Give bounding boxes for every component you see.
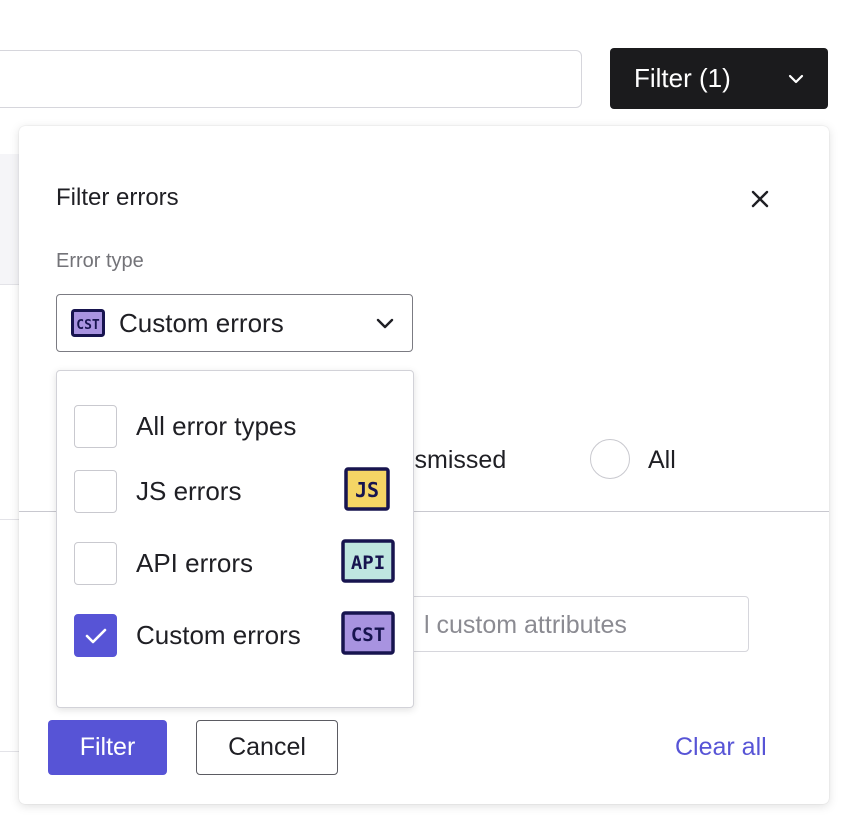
- custom-attributes-placeholder: l custom attributes: [424, 611, 627, 639]
- filter-panel: Filter errors Error type CST Custom erro…: [19, 126, 829, 804]
- background-divider: [0, 751, 19, 752]
- background-divider: [0, 284, 19, 285]
- background-search-input[interactable]: [0, 50, 582, 108]
- checkbox[interactable]: [74, 470, 117, 513]
- badge-text: CST: [76, 318, 100, 333]
- custom-errors-badge-icon: CST: [71, 309, 105, 337]
- badge-text: CST: [351, 624, 385, 646]
- custom-errors-badge-icon: CST: [341, 611, 395, 655]
- chevron-down-icon: [376, 318, 394, 329]
- error-type-select[interactable]: CST Custom errors: [56, 294, 413, 352]
- close-icon[interactable]: [745, 184, 775, 214]
- checkbox[interactable]: [74, 405, 117, 448]
- option-all-error-types[interactable]: All error types: [57, 399, 413, 451]
- check-icon: [85, 628, 106, 643]
- option-label: API errors: [136, 548, 254, 578]
- apply-filter-button[interactable]: Filter: [48, 720, 167, 775]
- error-type-dropdown: All error types JS errors JS API errors …: [56, 370, 414, 708]
- status-radio-all-label: All: [648, 446, 676, 474]
- background-table-header: [0, 154, 19, 284]
- filter-toggle-button[interactable]: Filter (1): [610, 48, 828, 109]
- option-label: Custom errors: [136, 620, 301, 650]
- option-label: JS errors: [136, 476, 242, 506]
- cancel-button[interactable]: Cancel: [196, 720, 338, 775]
- js-badge-icon: JS: [344, 467, 390, 511]
- checkbox[interactable]: [74, 542, 117, 585]
- option-label: All error types: [136, 411, 297, 441]
- status-radio-all[interactable]: [590, 439, 630, 479]
- chevron-down-icon: [788, 74, 804, 84]
- background-divider: [0, 519, 19, 520]
- option-js-errors[interactable]: JS errors JS: [57, 464, 413, 516]
- error-type-label: Error type: [56, 250, 144, 272]
- panel-title: Filter errors: [56, 184, 179, 211]
- api-badge-icon: API: [341, 539, 395, 583]
- option-api-errors[interactable]: API errors API: [57, 536, 413, 588]
- custom-attributes-input[interactable]: l custom attributes: [399, 596, 749, 652]
- select-value: Custom errors: [119, 307, 284, 338]
- clear-all-link[interactable]: Clear all: [675, 733, 767, 762]
- status-radio-label-dismissed: ismissed: [409, 446, 507, 474]
- checkbox-checked[interactable]: [74, 614, 117, 657]
- filter-toggle-label: Filter (1): [634, 63, 731, 93]
- option-custom-errors[interactable]: Custom errors CST: [57, 608, 413, 660]
- badge-text: JS: [355, 478, 379, 502]
- badge-text: API: [351, 552, 385, 574]
